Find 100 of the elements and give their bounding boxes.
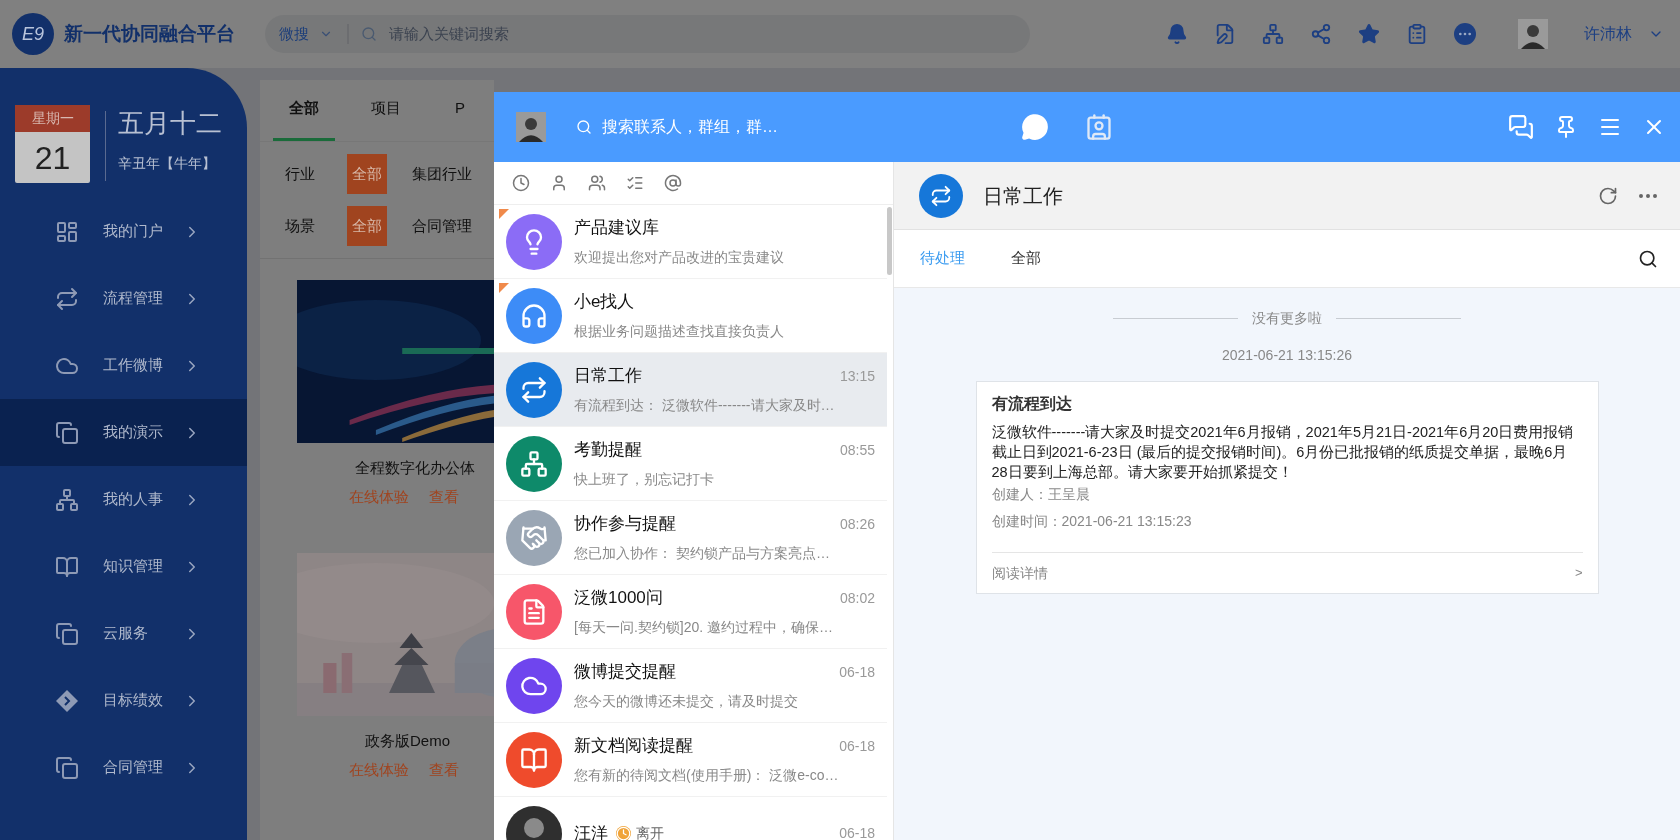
filter-option[interactable]: 全部: [347, 206, 387, 246]
menu-label: 知识管理: [103, 556, 164, 577]
document-edit-icon[interactable]: [1214, 23, 1236, 45]
lunar-date: 五月十二: [118, 107, 222, 140]
created-time: 创建时间：2021-06-21 13:15:23: [991, 512, 1193, 531]
logo: E9: [12, 13, 54, 55]
conversation-name: 产品建议库: [574, 217, 659, 240]
conversation-name: 协作参与提醒: [574, 513, 676, 536]
menu-label: 流程管理: [103, 288, 164, 309]
filter-option[interactable]: 全部: [347, 154, 387, 194]
category-tab[interactable]: 项目: [355, 79, 417, 141]
message-preview: 您有新的待阅文档(使用手册)： 泛微e-co…: [574, 765, 840, 785]
message-preview: 您已加入协作： 契约锁产品与方案亮点…: [574, 543, 831, 563]
conversation-item[interactable]: 日常工作 13:15 有流程到达： 泛微软件-------请大家及时…: [494, 353, 887, 427]
bell-icon[interactable]: [1166, 23, 1188, 45]
filter-tab[interactable]: 全部: [1011, 247, 1041, 270]
group-icon[interactable]: [588, 174, 606, 192]
avatar-symbol-icon: [520, 745, 548, 774]
sidebar-item[interactable]: 流程管理: [0, 265, 247, 332]
time: 13:15: [839, 366, 875, 386]
end-note: 没有更多啦: [1252, 309, 1322, 328]
search-icon[interactable]: [1638, 248, 1658, 269]
sidebar-item[interactable]: 知识管理: [0, 533, 247, 600]
menu-label: 我的人事: [103, 489, 164, 510]
conversation-name: 日常工作: [574, 365, 642, 388]
sidebar-item[interactable]: 我的人事: [0, 466, 247, 533]
time: 06-18: [839, 824, 875, 840]
menu-label: 工作微博: [103, 355, 164, 376]
recent-icon[interactable]: [512, 174, 530, 192]
share-icon[interactable]: [1310, 23, 1332, 45]
status-text: 离开: [636, 824, 664, 840]
conversation-name: 微博提交提醒: [574, 661, 676, 684]
menu-label: 云服务: [103, 623, 149, 644]
message-title: 有流程到达: [991, 394, 1073, 414]
away-status-icon: [616, 826, 631, 840]
menu-label: 我的演示: [103, 422, 164, 443]
weekday: 星期一: [15, 105, 90, 132]
time: 06-18: [839, 736, 875, 756]
chat-bubble-icon[interactable]: [1021, 113, 1049, 141]
list-icon[interactable]: [626, 174, 644, 192]
conversation-name: 小e找人: [574, 291, 635, 314]
menu-label: 目标绩效: [103, 690, 164, 711]
clipboard-icon[interactable]: [1406, 23, 1428, 45]
conversation-name: 新文档阅读提醒: [574, 735, 693, 758]
scrollbar[interactable]: [887, 207, 892, 275]
sidebar-item[interactable]: 合同管理: [0, 734, 247, 801]
message-body: 泛微软件-------请大家及时提交2021年6月报销，2021年5月21日-2021年6月20日费用报销截止日到2021-6-23日 (最后的提交报销时间)。6月份已批报销的纸质提交单据，最晚6月28日要到上海总部。请大家要开始抓紧提交！: [991, 423, 1575, 482]
search-icon: [576, 119, 592, 135]
filter-option[interactable]: 集团行业: [407, 154, 477, 194]
message-preview: 根据业务问题描述查找直接负责人: [574, 321, 785, 341]
time: 08:55: [839, 440, 875, 460]
message-preview: 有流程到达： 泛微软件-------请大家及时…: [574, 395, 836, 415]
search-placeholder: 搜索联系人，群组，群…: [602, 117, 778, 137]
search-icon: [361, 26, 377, 42]
conversation-name: 考勤提醒: [574, 439, 642, 462]
sidebar-item[interactable]: 工作微博: [0, 332, 247, 399]
avatar-symbol-icon: [520, 449, 548, 478]
avatar-symbol-icon: [520, 301, 548, 330]
contact-icon[interactable]: [550, 174, 568, 192]
category-tab[interactable]: 全部: [273, 79, 335, 141]
conversation-name: 泛微1000问: [574, 587, 663, 610]
app-title: 新一代协同融合平台: [64, 21, 235, 46]
sidebar-item[interactable]: 云服务: [0, 600, 247, 667]
contacts-icon[interactable]: [1085, 113, 1113, 141]
avatar: [919, 173, 963, 218]
message-preview: [每天一问.契约锁]20. 邀约过程中，确保…: [574, 617, 835, 637]
sidebar-item[interactable]: 目标绩效: [0, 667, 247, 734]
day-number: 21: [33, 138, 72, 178]
time: 08:26: [839, 514, 875, 534]
card-title: 全程数字化办公体: [355, 458, 476, 478]
creator: 创建人：王呈晨: [991, 485, 1091, 504]
filter-label: 场景: [285, 215, 316, 236]
diamond-icon: [55, 688, 79, 713]
conversation-name: 汪洋: [574, 822, 608, 840]
time: 06-18: [839, 662, 875, 682]
star-icon[interactable]: [1358, 23, 1380, 45]
card-title: 政务版Demo: [365, 731, 451, 751]
conversation-title: 日常工作: [983, 183, 1063, 209]
filter-option[interactable]: 合同管理: [407, 206, 477, 246]
menu-label: 合同管理: [103, 757, 164, 778]
more-icon[interactable]: [1454, 23, 1476, 45]
messages-icon[interactable]: [1508, 114, 1534, 140]
time: 08:02: [839, 588, 875, 608]
message-preview: 欢迎提出您对产品改进的宝贵建议: [574, 247, 785, 267]
sidebar-item[interactable]: 我的门户: [0, 198, 247, 265]
org-chart-icon[interactable]: [1262, 23, 1284, 45]
avatar-symbol-icon: [520, 523, 548, 552]
read-details-link[interactable]: 阅读详情 >: [991, 553, 1583, 593]
mention-icon[interactable]: [664, 174, 682, 192]
message-preview: 您今天的微博还未提交，请及时提交: [574, 691, 799, 711]
filter-label: 行业: [285, 163, 316, 184]
category-tab[interactable]: P: [450, 79, 470, 141]
sidebar-item[interactable]: 我的演示: [0, 399, 247, 466]
timestamp: 2021-06-21 13:15:26: [1222, 346, 1352, 365]
avatar-symbol-icon: [520, 375, 548, 404]
search-placeholder: 请输入关键词搜索: [389, 23, 509, 44]
message-preview: 快上班了，别忘记打卡: [574, 469, 715, 489]
lunar-year: 辛丑年【牛年】: [118, 154, 217, 173]
menu-label: 我的门户: [103, 221, 164, 242]
refresh-icon[interactable]: [1598, 185, 1618, 206]
